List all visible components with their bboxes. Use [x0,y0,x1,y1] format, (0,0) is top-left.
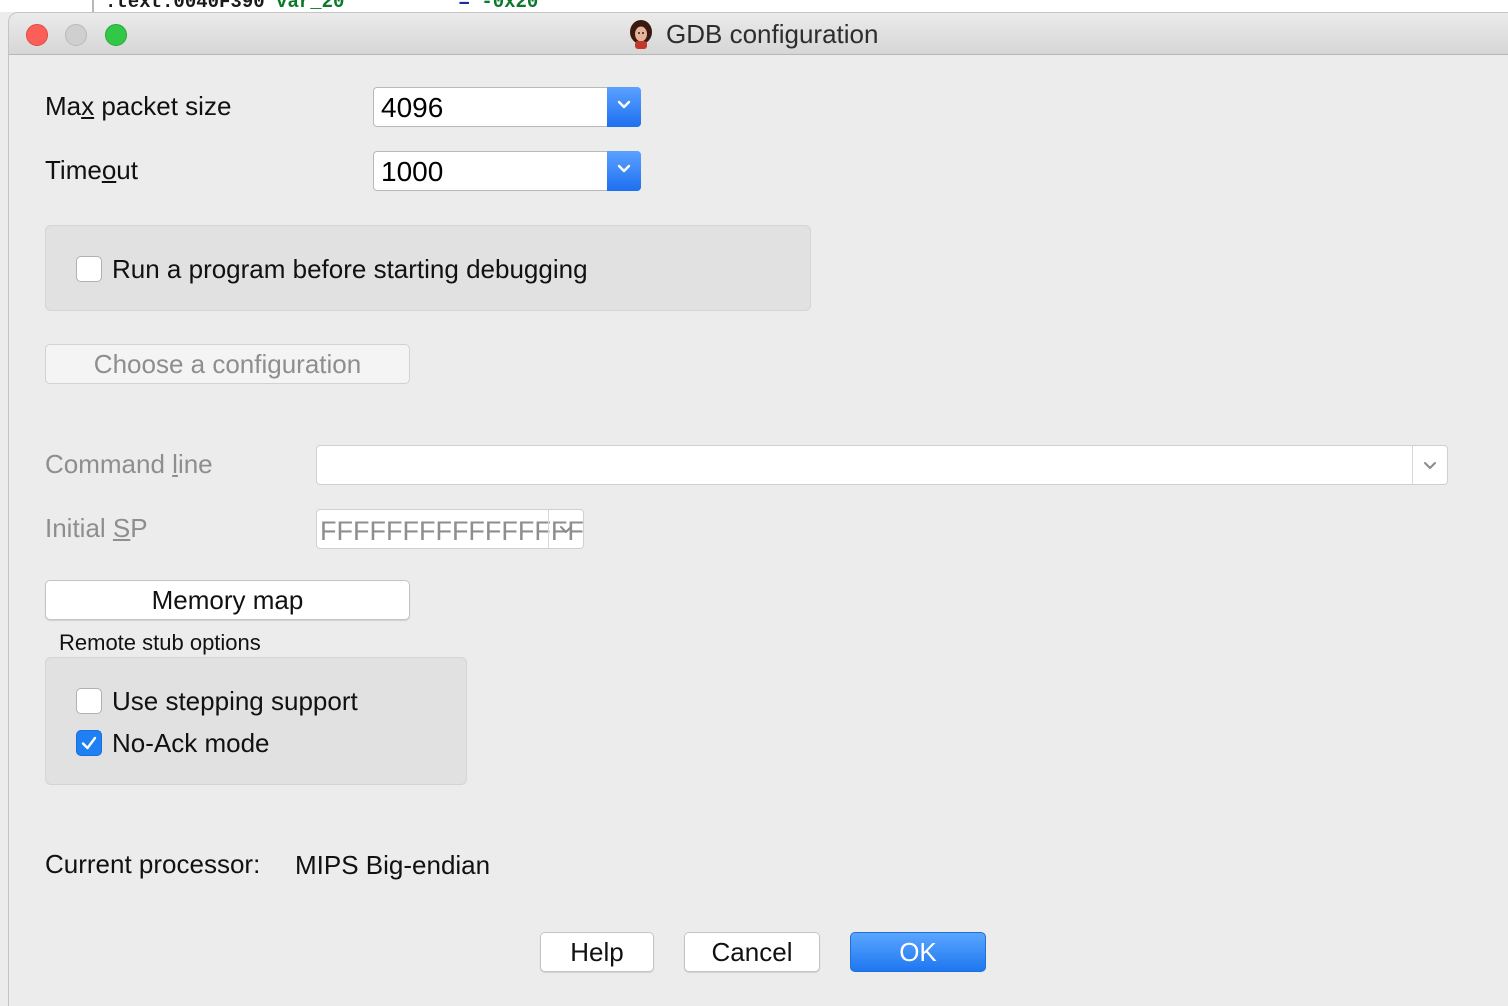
command-line-label: Command line [45,449,213,480]
max-packet-size-combo[interactable]: 4096 [373,87,641,127]
code-value: -0x20 [481,0,539,12]
chevron-down-icon [560,526,572,533]
no-ack-mode-label[interactable]: No-Ack mode [112,728,270,759]
close-button[interactable] [26,24,48,46]
remote-stub-title: Remote stub options [59,630,261,655]
run-program-checkbox[interactable] [76,256,102,282]
timeout-label: Timeout [45,155,138,186]
current-processor-label: Current processor: [45,849,261,879]
remote-stub-group: Use stepping support No-Ack mode [45,657,467,785]
max-packet-size-value[interactable]: 4096 [381,90,443,126]
ida-portrait-icon [630,20,652,49]
timeout-label-pre: Time [45,155,102,185]
initial-sp-dropdown-button[interactable] [548,510,583,548]
code-view-edge [92,0,94,12]
max-packet-size-label-mnemonic: x [81,91,95,121]
zoom-button[interactable] [105,24,127,46]
code-symbol: var_20 [276,0,345,12]
max-packet-size-label: Max packet size [45,91,231,122]
title-bar: GDB configuration [9,13,1508,55]
minimize-button[interactable] [65,24,87,46]
run-program-group: Run a program before starting debugging [45,225,811,311]
cancel-button[interactable]: Cancel [684,932,820,972]
choose-configuration-button[interactable]: Choose a configuration [45,344,410,384]
command-line-label-post: ine [177,449,213,479]
memory-map-button[interactable]: Memory map [45,580,410,620]
no-ack-mode-checkbox[interactable] [76,730,102,756]
command-line-combo[interactable] [316,445,1448,485]
current-processor-value: MIPS Big-endian [295,850,491,880]
timeout-combo[interactable]: 1000 [373,151,641,191]
timeout-label-post: ut [116,155,138,185]
background-code-view: .text:0040F390 var_20 = -0x20 [0,0,1508,12]
timeout-value[interactable]: 1000 [381,154,443,190]
initial-sp-combo[interactable]: FFFFFFFFFFFFFFFF [316,509,584,549]
run-program-label[interactable]: Run a program before starting debugging [112,254,588,285]
initial-sp-label-pre: Initial [45,513,113,543]
initial-sp-value[interactable]: FFFFFFFFFFFFFFFF [320,515,584,547]
chevron-down-icon [617,164,631,173]
timeout-label-mnemonic: o [101,155,117,185]
gdb-configuration-dialog: GDB configuration Max packet size 4096 T… [8,12,1508,1006]
chevron-down-icon [1424,462,1436,469]
max-packet-size-label-post: packet size [94,91,232,121]
initial-sp-label-post: P [130,513,148,543]
checkmark-icon [81,736,97,750]
initial-sp-label-mnemonic: S [112,513,131,543]
use-stepping-support-label[interactable]: Use stepping support [112,686,358,717]
code-line: .text:0040F390 var_20 = -0x20 [105,0,538,12]
code-operator: = [458,0,470,12]
title-group: GDB configuration [626,19,878,49]
code-address: .text:0040F390 [105,0,265,12]
ok-button[interactable]: OK [850,932,986,972]
timeout-dropdown-button[interactable] [607,151,641,191]
initial-sp-label: Initial SP [45,513,148,544]
window-title: GDB configuration [666,18,879,49]
use-stepping-support-checkbox[interactable] [76,688,102,714]
command-line-dropdown-button[interactable] [1412,446,1447,484]
max-packet-size-label-pre: Ma [45,91,82,121]
chevron-down-icon [617,100,631,109]
max-packet-size-dropdown-button[interactable] [607,87,641,127]
command-line-label-pre: Command [45,449,173,479]
help-button[interactable]: Help [540,932,654,972]
